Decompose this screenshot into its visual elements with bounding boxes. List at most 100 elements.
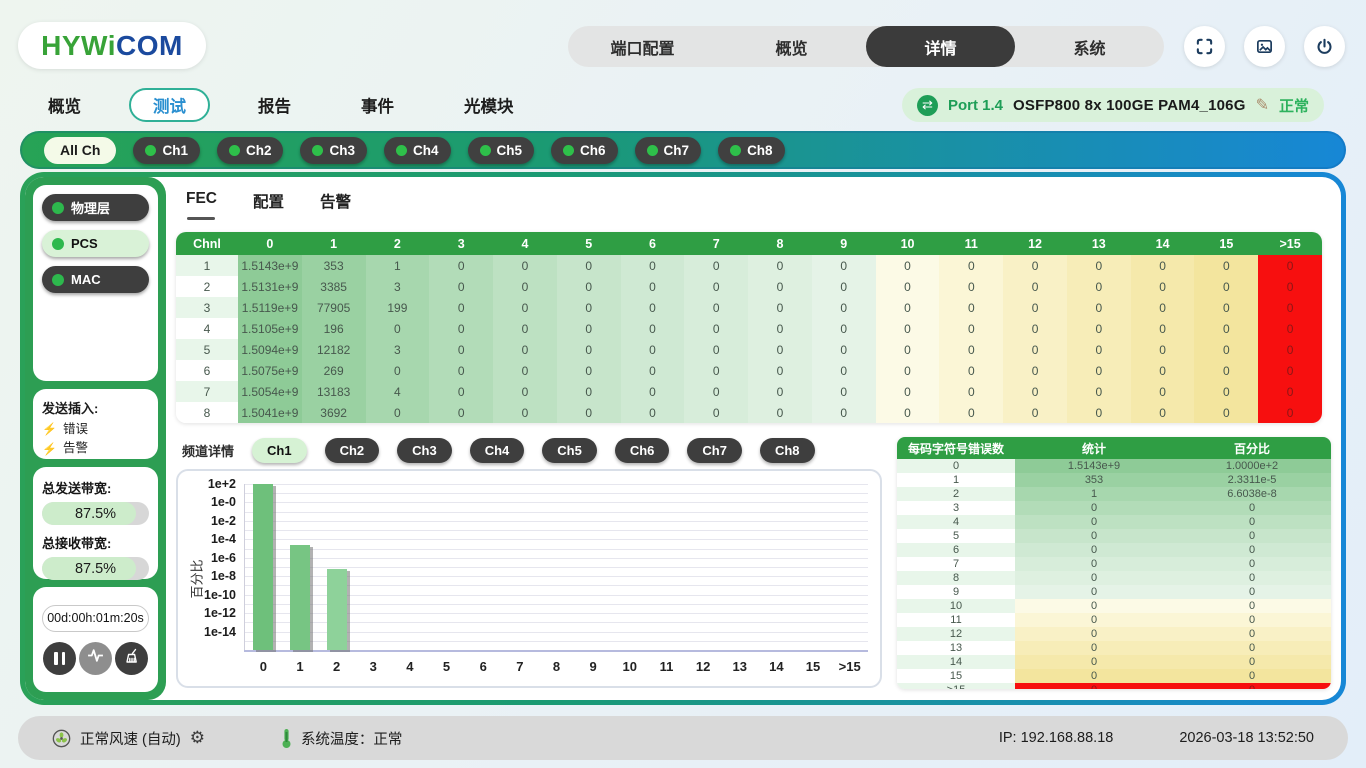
- send-insert-card: 发送插入: ⚡错误⚡告警: [33, 389, 158, 459]
- channel-detail-button-1[interactable]: Ch1: [252, 438, 307, 463]
- chart-y-tick: 1e-6: [211, 551, 236, 565]
- elapsed-timer: 00d:00h:01m:20s: [42, 605, 149, 632]
- fec-header-cell: Chnl: [176, 232, 238, 255]
- channel-detail-button-5[interactable]: Ch5: [542, 438, 597, 463]
- detail-tab-0[interactable]: FEC: [186, 190, 217, 220]
- control-buttons: [42, 642, 149, 675]
- send-insert-title: 发送插入:: [42, 398, 149, 417]
- detail-tab-1[interactable]: 配置: [253, 190, 284, 220]
- chart-y-tick: 1e-10: [204, 588, 236, 602]
- chart-x-tick: 15: [806, 659, 820, 674]
- pause-button[interactable]: [43, 642, 76, 675]
- fec-header-cell: 5: [557, 232, 621, 255]
- power-button[interactable]: [1304, 26, 1345, 67]
- send-insert-item-0[interactable]: ⚡错误: [42, 420, 149, 439]
- sub-nav-item-3[interactable]: 事件: [339, 88, 416, 122]
- chart-y-tick: 1e-8: [211, 569, 236, 583]
- layer-pill-1[interactable]: PCS: [42, 230, 149, 257]
- fec-cell: 0: [366, 360, 430, 381]
- send-insert-item-1[interactable]: ⚡告警: [42, 439, 149, 458]
- fec-cell: 77905: [302, 297, 366, 318]
- stats-table-row: 500: [897, 529, 1331, 543]
- channel-button-8[interactable]: Ch8: [718, 137, 785, 164]
- chart-x-tick: 0: [260, 659, 267, 674]
- fec-cell: 3385: [302, 276, 366, 297]
- fec-cell: 0: [1131, 339, 1195, 360]
- clear-button[interactable]: [115, 642, 148, 675]
- fec-header-cell: 8: [748, 232, 812, 255]
- top-nav-item-1[interactable]: 概览: [717, 26, 866, 67]
- stats-cell: 0: [1173, 655, 1331, 669]
- fec-cell: 0: [1258, 339, 1322, 360]
- fec-cell: 0: [684, 402, 748, 423]
- fec-cell: 0: [748, 381, 812, 402]
- screenshot-button[interactable]: [1244, 26, 1285, 67]
- fec-cell: 0: [1131, 255, 1195, 276]
- sub-nav-item-4[interactable]: 光模块: [442, 88, 536, 122]
- channel-button-7[interactable]: Ch7: [635, 137, 702, 164]
- layer-status-dot: [52, 202, 64, 214]
- fan-settings-gear-icon[interactable]: ⚙: [190, 728, 205, 748]
- channel-detail-button-2[interactable]: Ch2: [325, 438, 380, 463]
- fec-cell: 0: [493, 297, 557, 318]
- main-panel-inner: 物理层PCSMAC 发送插入: ⚡错误⚡告警 总发送带宽:87.5%总接收带宽:…: [25, 177, 1341, 700]
- channel-all-button[interactable]: All Ch: [44, 137, 116, 164]
- fec-cell: 0: [812, 297, 876, 318]
- fec-cell: 1.5131e+9: [238, 276, 302, 297]
- port-badge[interactable]: ⇄ Port 1.4 OSFP800 8x 100GE PAM4_106G ✎ …: [902, 88, 1324, 122]
- layer-pill-2[interactable]: MAC: [42, 266, 149, 293]
- channel-button-3[interactable]: Ch3: [300, 137, 367, 164]
- chart-x-tick: 12: [696, 659, 710, 674]
- temperature-status-text: 系统温度：正常: [301, 728, 403, 749]
- fec-header-cell: 10: [876, 232, 940, 255]
- top-nav-item-3[interactable]: 系统: [1015, 26, 1164, 67]
- fec-cell: 0: [1194, 381, 1258, 402]
- channel-detail-button-4[interactable]: Ch4: [470, 438, 525, 463]
- layer-pill-0[interactable]: 物理层: [42, 194, 149, 221]
- stats-cell: 9: [897, 585, 1015, 599]
- sub-nav-item-2[interactable]: 报告: [236, 88, 313, 122]
- fec-cell: 0: [939, 381, 1003, 402]
- channel-button-2[interactable]: Ch2: [217, 137, 284, 164]
- stats-cell: 0: [1015, 571, 1173, 585]
- chart-gridline: [245, 484, 868, 485]
- waveform-button[interactable]: [79, 642, 112, 675]
- fec-cell: 0: [876, 276, 940, 297]
- fec-cell: 0: [939, 276, 1003, 297]
- fec-cell: 0: [1258, 276, 1322, 297]
- stats-table-row: 700: [897, 557, 1331, 571]
- fec-cell: 0: [429, 339, 493, 360]
- channel-button-6[interactable]: Ch6: [551, 137, 618, 164]
- fec-cell: 0: [621, 402, 685, 423]
- channel-button-label: Ch8: [747, 143, 773, 158]
- sub-nav-item-1[interactable]: 测试: [129, 88, 210, 122]
- stats-cell: 353: [1015, 473, 1173, 487]
- bandwidth-value: 87.5%: [42, 557, 149, 580]
- top-nav-item-0[interactable]: 端口配置: [568, 26, 717, 67]
- channel-detail-button-7[interactable]: Ch7: [687, 438, 742, 463]
- channel-detail-button-6[interactable]: Ch6: [615, 438, 670, 463]
- channel-detail-button-8[interactable]: Ch8: [760, 438, 815, 463]
- fec-cell: 0: [557, 297, 621, 318]
- bandwidth-progress-0: 87.5%: [42, 502, 149, 525]
- fec-cell: 0: [493, 339, 557, 360]
- fullscreen-button[interactable]: [1184, 26, 1225, 67]
- stats-cell: 1: [1015, 487, 1173, 501]
- fec-cell: 0: [1067, 339, 1131, 360]
- chart-x-tick: 8: [553, 659, 560, 674]
- detail-tab-2[interactable]: 告警: [320, 190, 351, 220]
- channel-button-5[interactable]: Ch5: [468, 137, 535, 164]
- channel-detail-button-3[interactable]: Ch3: [397, 438, 452, 463]
- edit-pencil-icon[interactable]: ✎: [1256, 95, 1269, 115]
- channel-button-4[interactable]: Ch4: [384, 137, 451, 164]
- stats-cell: 0: [1173, 585, 1331, 599]
- fec-cell: 0: [812, 255, 876, 276]
- error-distribution-chart: 百分比 1e+21e-01e-21e-41e-61e-81e-101e-121e…: [176, 469, 882, 688]
- top-nav-item-2[interactable]: 详情: [866, 26, 1015, 67]
- channel-button-1[interactable]: Ch1: [133, 137, 200, 164]
- sub-nav-item-0[interactable]: 概览: [26, 88, 103, 122]
- channel-button-label: Ch1: [162, 143, 188, 158]
- chart-plot-area: 1e+21e-01e-21e-41e-61e-81e-101e-121e-140…: [244, 484, 868, 650]
- fec-header-cell: 14: [1131, 232, 1195, 255]
- chart-gridline: [245, 530, 868, 531]
